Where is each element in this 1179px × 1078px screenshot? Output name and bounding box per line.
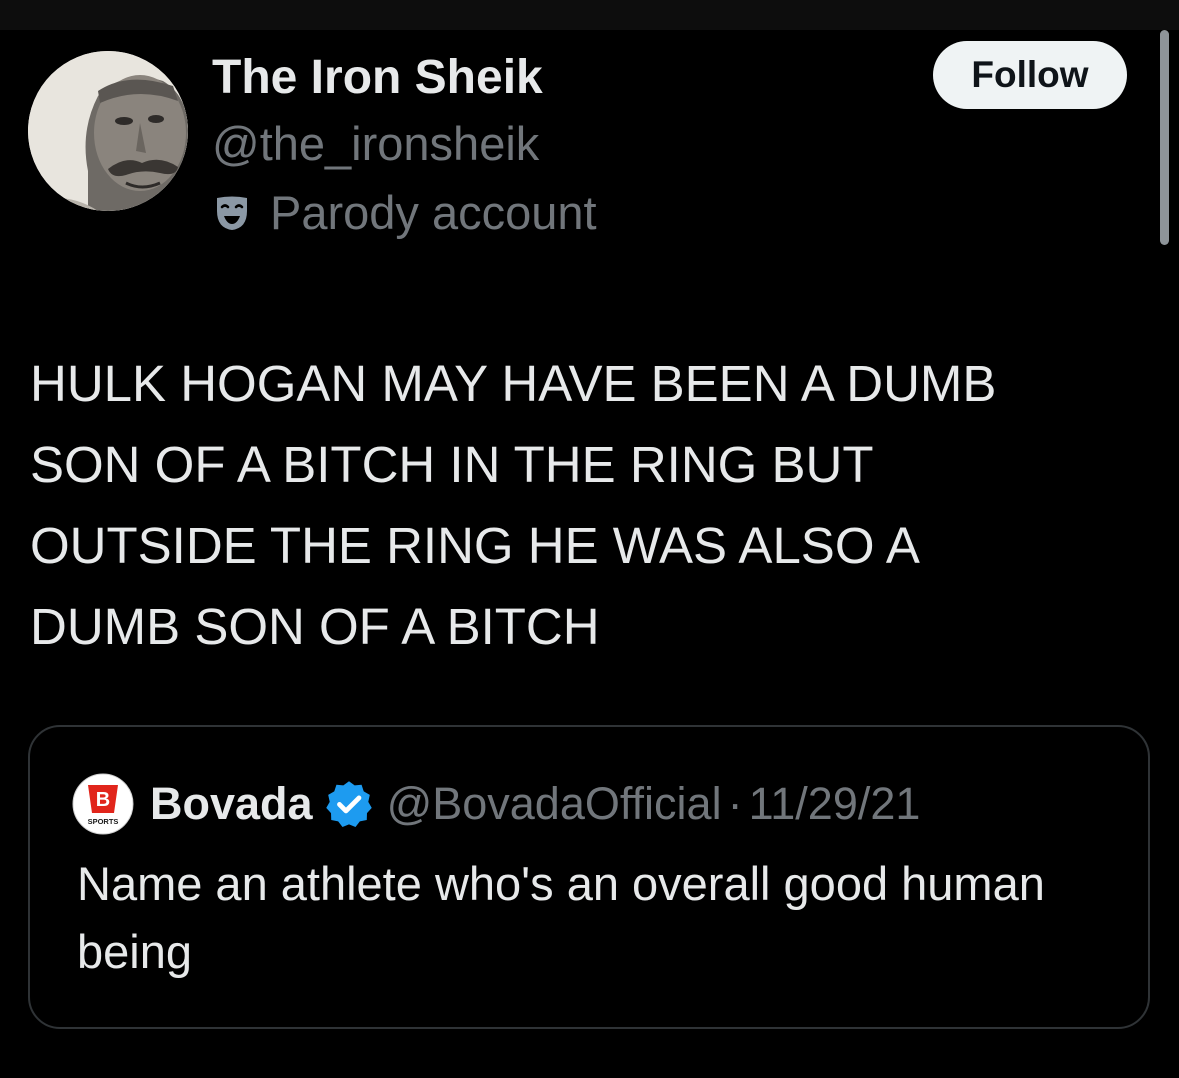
author-avatar-image — [28, 51, 188, 211]
quoted-tweet-header: B SPORTS Bovada @BovadaOfficial · 11/29/… — [72, 771, 920, 837]
quoted-tweet-card[interactable]: B SPORTS Bovada @BovadaOfficial · 11/29/… — [28, 725, 1150, 1029]
parody-account-label: Parody account — [270, 186, 597, 239]
author-display-name[interactable]: The Iron Sheik — [212, 50, 543, 106]
quoted-handle[interactable]: @BovadaOfficial — [387, 778, 722, 830]
parody-label-row: Parody account — [212, 183, 597, 243]
tweet-text-line: SON OF A BITCH IN THE RING BUT — [30, 436, 874, 493]
author-avatar[interactable] — [28, 51, 188, 211]
quoted-date[interactable]: 11/29/21 — [749, 778, 921, 830]
follow-button[interactable]: Follow — [933, 41, 1127, 109]
tweet-text-line: OUTSIDE THE RING HE WAS ALSO A — [30, 517, 920, 574]
tweet-text-line: HULK HOGAN MAY HAVE BEEN A DUMB — [30, 355, 997, 412]
scrollbar[interactable] — [1160, 30, 1169, 245]
author-handle[interactable]: @the_ironsheik — [212, 116, 539, 172]
svg-text:SPORTS: SPORTS — [88, 817, 119, 826]
quoted-display-name[interactable]: Bovada — [150, 778, 313, 830]
theater-mask-icon — [212, 193, 252, 233]
top-bar — [0, 0, 1179, 30]
quoted-tweet-text: Name an athlete who's an overall good hu… — [77, 857, 1045, 978]
quoted-separator: · — [727, 778, 743, 829]
verified-badge-icon — [325, 781, 372, 827]
tweet-text-line: DUMB SON OF A BITCH — [30, 598, 600, 655]
svg-text:B: B — [96, 789, 110, 811]
bovada-avatar[interactable]: B SPORTS — [72, 773, 134, 835]
tweet-text: HULK HOGAN MAY HAVE BEEN A DUMB SON OF A… — [30, 343, 1155, 667]
